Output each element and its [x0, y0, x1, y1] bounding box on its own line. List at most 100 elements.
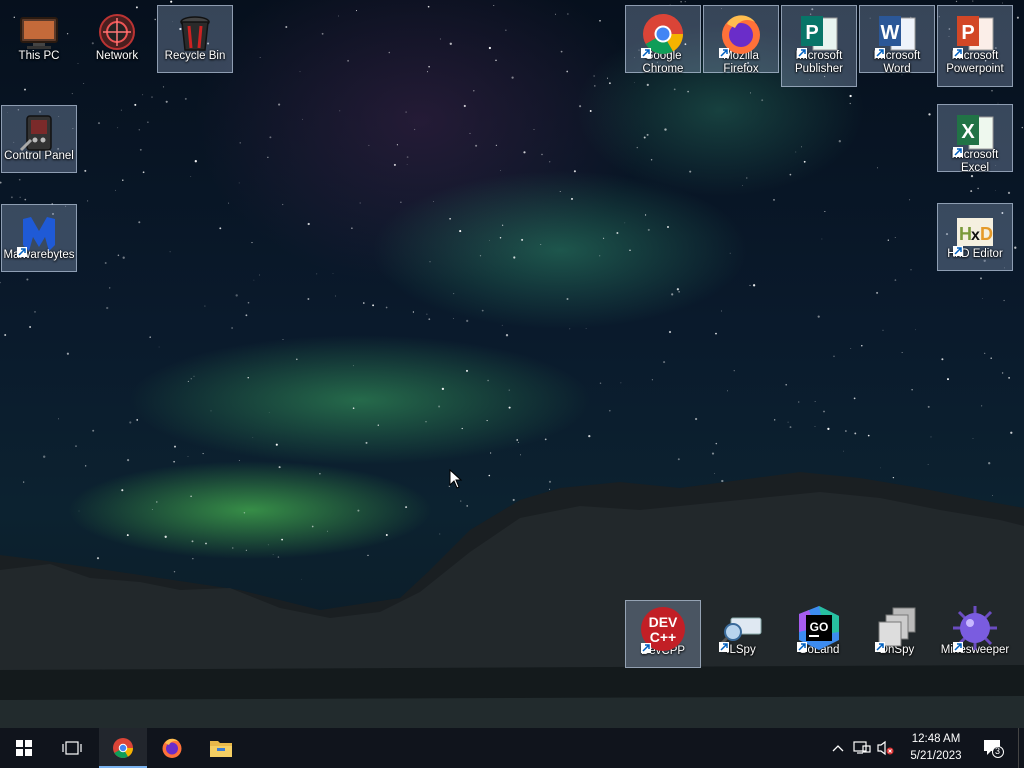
- star: [573, 170, 576, 173]
- star: [493, 4, 495, 6]
- star: [307, 298, 310, 300]
- star: [789, 173, 792, 176]
- clock[interactable]: 12:48 AM 5/21/2023: [896, 728, 976, 768]
- star: [302, 118, 304, 120]
- star: [795, 151, 797, 153]
- devcpp-icon: DEV C++: [639, 605, 687, 653]
- microsoft-powerpoint-icon-shortcut[interactable]: P Microsoft Powerpoint: [937, 5, 1013, 87]
- star: [174, 445, 176, 448]
- star: [338, 15, 339, 17]
- star: [606, 77, 609, 79]
- minesweeper-icon-shortcut[interactable]: Minesweeper: [937, 600, 1013, 668]
- microsoft-word-icon-shortcut[interactable]: W Microsoft Word: [859, 5, 935, 75]
- star: [721, 310, 722, 312]
- star: [970, 175, 974, 178]
- svg-text:x: x: [971, 227, 980, 244]
- star: [513, 256, 516, 259]
- control-panel-icon-shortcut[interactable]: Control Panel: [1, 105, 77, 173]
- shortcut-arrow-icon: [719, 48, 729, 58]
- hxd-editor-icon: H x D: [951, 208, 999, 256]
- star: [84, 169, 87, 172]
- volume-tray-button[interactable]: [874, 728, 896, 768]
- star: [715, 332, 717, 335]
- star: [239, 142, 241, 144]
- malwarebytes-icon-shortcut[interactable]: Malwarebytes: [1, 204, 77, 272]
- taskbar-chrome-button[interactable]: [99, 728, 147, 768]
- star: [129, 421, 132, 424]
- star: [749, 284, 751, 286]
- dnspy-icon-shortcut[interactable]: DnSpy: [859, 600, 935, 668]
- star: [516, 439, 519, 441]
- star: [352, 407, 355, 410]
- mozilla-firefox-icon-shortcut[interactable]: Mozilla Firefox: [703, 5, 779, 75]
- this-pc-icon-shortcut[interactable]: This PC: [1, 6, 77, 74]
- star: [488, 46, 492, 50]
- action-center-button[interactable]: 3: [978, 728, 1008, 768]
- star: [385, 306, 388, 309]
- network-tray-button[interactable]: [851, 728, 873, 768]
- goland-icon-shortcut[interactable]: GO GoLand: [781, 600, 857, 668]
- network-icon: [93, 10, 141, 58]
- star: [495, 144, 498, 147]
- star: [453, 293, 455, 295]
- star: [646, 133, 649, 136]
- star: [219, 227, 222, 230]
- star: [115, 189, 116, 191]
- star: [479, 255, 482, 257]
- star: [204, 305, 206, 307]
- star: [773, 199, 775, 201]
- star: [517, 441, 519, 443]
- star: [803, 160, 806, 163]
- shortcut-arrow-icon: [719, 642, 729, 652]
- star: [339, 110, 341, 112]
- star: [365, 441, 368, 444]
- star: [694, 417, 698, 421]
- taskbar-firefox-button[interactable]: [148, 728, 196, 768]
- star: [833, 355, 835, 358]
- star: [147, 121, 149, 123]
- star: [594, 85, 596, 87]
- star: [453, 318, 455, 320]
- star: [139, 148, 142, 151]
- star: [877, 167, 878, 169]
- ilspy-icon-shortcut[interactable]: ILSpy: [703, 600, 779, 668]
- star: [251, 242, 253, 244]
- devcpp-icon-shortcut[interactable]: DEV C++ DevCPP: [625, 600, 701, 668]
- star: [184, 97, 187, 100]
- desktop[interactable]: This PC Network Recycle Bin Control Pane…: [0, 0, 1024, 728]
- star: [316, 273, 318, 275]
- show-desktop-button[interactable]: [1018, 728, 1024, 768]
- task-view-button[interactable]: [48, 728, 96, 768]
- firefox-icon: [162, 738, 182, 758]
- network-tray-icon: [853, 741, 871, 754]
- star: [396, 144, 398, 146]
- start-button[interactable]: [0, 728, 48, 768]
- star: [347, 59, 350, 62]
- star: [785, 383, 787, 386]
- hxd-editor-icon-shortcut[interactable]: H x D HxD Editor: [937, 203, 1013, 271]
- star: [814, 426, 816, 427]
- recycle-bin-icon-shortcut[interactable]: Recycle Bin: [157, 5, 233, 73]
- star: [599, 20, 601, 22]
- microsoft-excel-icon-shortcut[interactable]: X Microsoft Excel: [937, 104, 1013, 174]
- microsoft-publisher-icon-shortcut[interactable]: P Microsoft Publisher: [781, 5, 857, 87]
- shortcut-arrow-icon: [17, 247, 27, 257]
- star: [426, 313, 428, 315]
- star: [228, 202, 230, 204]
- star: [388, 51, 391, 54]
- network-icon-shortcut[interactable]: Network: [79, 6, 155, 74]
- star: [941, 358, 944, 361]
- star: [671, 293, 674, 296]
- devcpp-text-bottom: C++: [650, 629, 676, 645]
- star: [663, 361, 666, 364]
- taskbar-file-explorer-button[interactable]: [197, 728, 245, 768]
- google-chrome-icon-shortcut[interactable]: Google Chrome: [625, 5, 701, 75]
- star: [259, 57, 261, 58]
- volume-muted-icon: [877, 740, 894, 756]
- star: [955, 0, 958, 3]
- notification-count-badge: 3: [995, 746, 1001, 756]
- star: [533, 129, 535, 130]
- show-hidden-icons-button[interactable]: [828, 728, 848, 768]
- shortcut-arrow-icon: [797, 48, 807, 58]
- star: [1001, 372, 1004, 374]
